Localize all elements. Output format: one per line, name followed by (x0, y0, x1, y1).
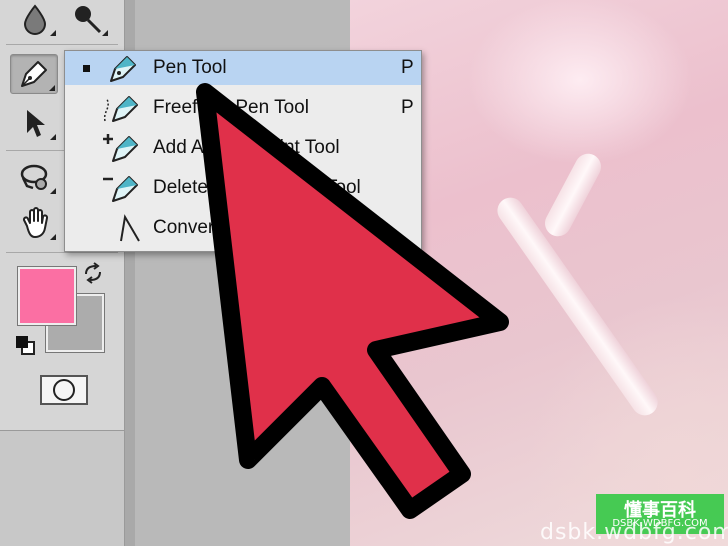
watermark-url: dsbk.wdbfg.com (540, 520, 728, 545)
swap-colors-icon[interactable] (82, 262, 104, 284)
hand-tool-button[interactable] (12, 204, 58, 242)
dodge-icon (75, 6, 102, 34)
rotate-icon (20, 164, 48, 190)
menu-item-label: Convert Point Tool (153, 217, 308, 238)
menu-item-delete-anchor-point-tool[interactable]: Delete Anchor Point Tool (65, 171, 421, 205)
menu-item-label: Freeform Pen Tool (153, 97, 309, 118)
menu-item-freeform-pen-tool[interactable]: Freeform Pen Tool P (65, 91, 421, 125)
freeform-pen-icon (103, 96, 138, 122)
menu-item-pen-tool[interactable]: Pen Tool P (65, 51, 421, 85)
convert-point-icon (120, 214, 140, 242)
dodge-tool-button[interactable] (64, 0, 110, 38)
quick-mask-icon (53, 379, 75, 401)
selected-bullet-icon (83, 64, 90, 72)
drop-icon (23, 4, 47, 35)
default-colors-icon[interactable] (14, 334, 36, 356)
menu-item-add-anchor-point-tool[interactable]: Add Anchor Point Tool (65, 131, 421, 165)
pen-icon (21, 61, 47, 87)
menu-item-shortcut: P (401, 97, 414, 118)
add-anchor-icon (103, 134, 138, 162)
pen-tool-button[interactable] (10, 54, 58, 94)
rotate-view-tool-button[interactable] (12, 158, 58, 196)
arrow-icon (27, 110, 45, 137)
pen-icon (110, 56, 136, 82)
menu-item-label: Add Anchor Point Tool (153, 137, 340, 158)
blur-tool-button[interactable] (12, 0, 58, 38)
menu-item-shortcut: P (401, 57, 414, 78)
tools-panel-footer (0, 431, 125, 546)
menu-item-convert-point-tool[interactable]: Convert Point Tool (65, 211, 421, 245)
quick-mask-button[interactable] (40, 375, 88, 405)
hand-icon (22, 207, 49, 238)
path-selection-tool-button[interactable] (12, 104, 58, 142)
menu-item-label: Pen Tool (153, 57, 227, 78)
delete-anchor-icon (103, 176, 138, 202)
menu-item-label: Delete Anchor Point Tool (153, 177, 361, 198)
foreground-color-swatch[interactable] (18, 267, 76, 325)
pen-tool-flyout-menu: Pen Tool P Freeform Pen Tool P Add Ancho… (64, 50, 422, 252)
screenshot-stage: Pen Tool P Freeform Pen Tool P Add Ancho… (0, 0, 728, 546)
